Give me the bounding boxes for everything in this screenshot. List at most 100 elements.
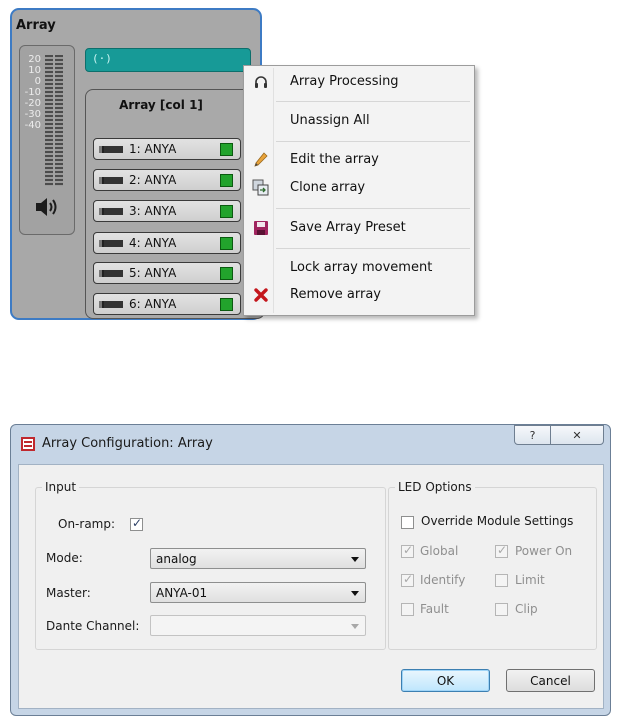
master-label: Master: (46, 586, 91, 600)
led-options-title: LED Options (395, 480, 475, 494)
menu-item-label: Lock array movement (290, 260, 433, 275)
meter-bar-left (45, 55, 53, 186)
dante-channel-select[interactable] (150, 615, 366, 636)
menu-item-unassign-all[interactable]: Unassign All (246, 109, 472, 133)
meter-scale: 20 10 0 -10 -20 -30 -40 (21, 54, 41, 131)
cancel-button[interactable]: Cancel (506, 669, 595, 692)
master-select[interactable]: ANYA-01 (150, 582, 366, 603)
signal-icon: (·) (92, 52, 112, 65)
status-led-icon (220, 205, 233, 218)
speaker-module-icon (99, 146, 123, 153)
menu-separator (276, 141, 470, 142)
status-led-icon (220, 267, 233, 280)
menu-item-save-preset[interactable]: Save Array Preset (246, 216, 472, 240)
global-label: Global (420, 544, 459, 558)
identify-checkbox[interactable] (401, 572, 414, 587)
red-x-icon (251, 285, 271, 305)
speaker-module-icon (99, 177, 123, 184)
signal-strip[interactable]: (·) (85, 48, 251, 72)
mode-value: analog (156, 552, 197, 566)
menu-item-clone-array[interactable]: Clone array (246, 176, 472, 200)
onramp-label: On-ramp: (58, 517, 116, 531)
meter-bar-right (55, 55, 63, 186)
global-checkbox[interactable] (401, 543, 414, 558)
speaker-module-icon (99, 208, 123, 215)
override-module-settings-label: Override Module Settings (421, 514, 574, 528)
led-options-group: LED Options (388, 480, 597, 650)
headphones-icon (251, 72, 271, 92)
master-value: ANYA-01 (156, 586, 208, 600)
array-panel[interactable]: Array 20 10 0 -10 -20 -30 -40 (·) Array … (10, 8, 265, 320)
save-icon (251, 218, 271, 238)
onramp-checkbox[interactable] (130, 516, 143, 531)
clip-label: Clip (515, 602, 538, 616)
module-row[interactable]: 1: ANYA (93, 138, 241, 160)
menu-item-label: Edit the array (290, 152, 379, 167)
array-title: Array (16, 18, 56, 33)
meter-bars (45, 55, 63, 186)
power-on-label: Power On (515, 544, 573, 558)
limit-checkbox[interactable] (495, 574, 508, 587)
level-meter: 20 10 0 -10 -20 -30 -40 (19, 45, 75, 235)
speaker-icon[interactable] (34, 196, 62, 221)
speaker-module-icon (99, 240, 123, 247)
pencil-icon (251, 150, 271, 170)
status-led-icon (220, 143, 233, 156)
array-column[interactable]: Array [col 1] 1: ANYA 2: ANYA 3: ANYA 4:… (85, 89, 265, 319)
module-label: 6: ANYA (129, 297, 177, 311)
dialog-title: Array Configuration: Array (42, 436, 213, 451)
menu-item-label: Array Processing (290, 74, 399, 89)
menu-item-remove-array[interactable]: Remove array (246, 283, 472, 307)
menu-item-lock-movement[interactable]: Lock array movement (246, 256, 472, 280)
chevron-down-icon (351, 557, 359, 562)
module-row[interactable]: 4: ANYA (93, 232, 241, 254)
status-led-icon (220, 237, 233, 250)
speaker-module-icon (99, 301, 123, 308)
help-button[interactable]: ? (514, 425, 551, 445)
dialog-body: Input On-ramp: Mode: analog Master: ANYA… (18, 464, 604, 709)
clip-checkbox[interactable] (495, 603, 508, 616)
module-row[interactable]: 5: ANYA (93, 262, 241, 284)
power-on-checkbox[interactable] (495, 543, 508, 558)
menu-item-label: Unassign All (290, 113, 370, 128)
menu-item-label: Remove array (290, 287, 381, 302)
module-label: 3: ANYA (129, 204, 177, 218)
input-group-title: Input (42, 480, 80, 494)
module-row[interactable]: 3: ANYA (93, 200, 241, 222)
clone-icon (251, 178, 271, 198)
speaker-module-icon (99, 270, 123, 277)
app-icon (21, 437, 35, 451)
module-row[interactable]: 6: ANYA (93, 293, 241, 315)
menu-separator (276, 101, 470, 102)
menu-separator (276, 248, 470, 249)
menu-item-label: Clone array (290, 180, 366, 195)
dante-channel-label: Dante Channel: (46, 619, 140, 633)
array-configuration-dialog: Array Configuration: Array ? ✕ Input On-… (10, 424, 611, 716)
close-button[interactable]: ✕ (550, 425, 604, 445)
mode-select[interactable]: analog (150, 548, 366, 569)
status-led-icon (220, 298, 233, 311)
chevron-down-icon (351, 591, 359, 596)
menu-item-edit-array[interactable]: Edit the array (246, 148, 472, 172)
meter-scale-label: 0 (34, 76, 41, 87)
menu-separator (276, 208, 470, 209)
fault-checkbox[interactable] (401, 603, 414, 616)
meter-scale-label: 20 (28, 54, 41, 65)
ok-button[interactable]: OK (401, 669, 490, 692)
meter-scale-label: -20 (24, 98, 41, 109)
column-title: Array [col 1] (119, 98, 203, 112)
identify-label: Identify (420, 573, 466, 587)
menu-item-array-processing[interactable]: Array Processing (246, 70, 472, 94)
menu-item-label: Save Array Preset (290, 220, 406, 235)
module-label: 4: ANYA (129, 236, 177, 250)
module-label: 1: ANYA (129, 142, 177, 156)
override-module-settings-checkbox[interactable] (401, 516, 414, 529)
module-label: 2: ANYA (129, 173, 177, 187)
context-menu: Array Processing Unassign All Edit the a… (243, 65, 475, 316)
module-row[interactable]: 2: ANYA (93, 169, 241, 191)
meter-scale-label: -40 (24, 120, 41, 131)
module-label: 5: ANYA (129, 266, 177, 280)
meter-scale-label: -30 (24, 109, 41, 120)
status-led-icon (220, 174, 233, 187)
meter-scale-label: -10 (24, 87, 41, 98)
